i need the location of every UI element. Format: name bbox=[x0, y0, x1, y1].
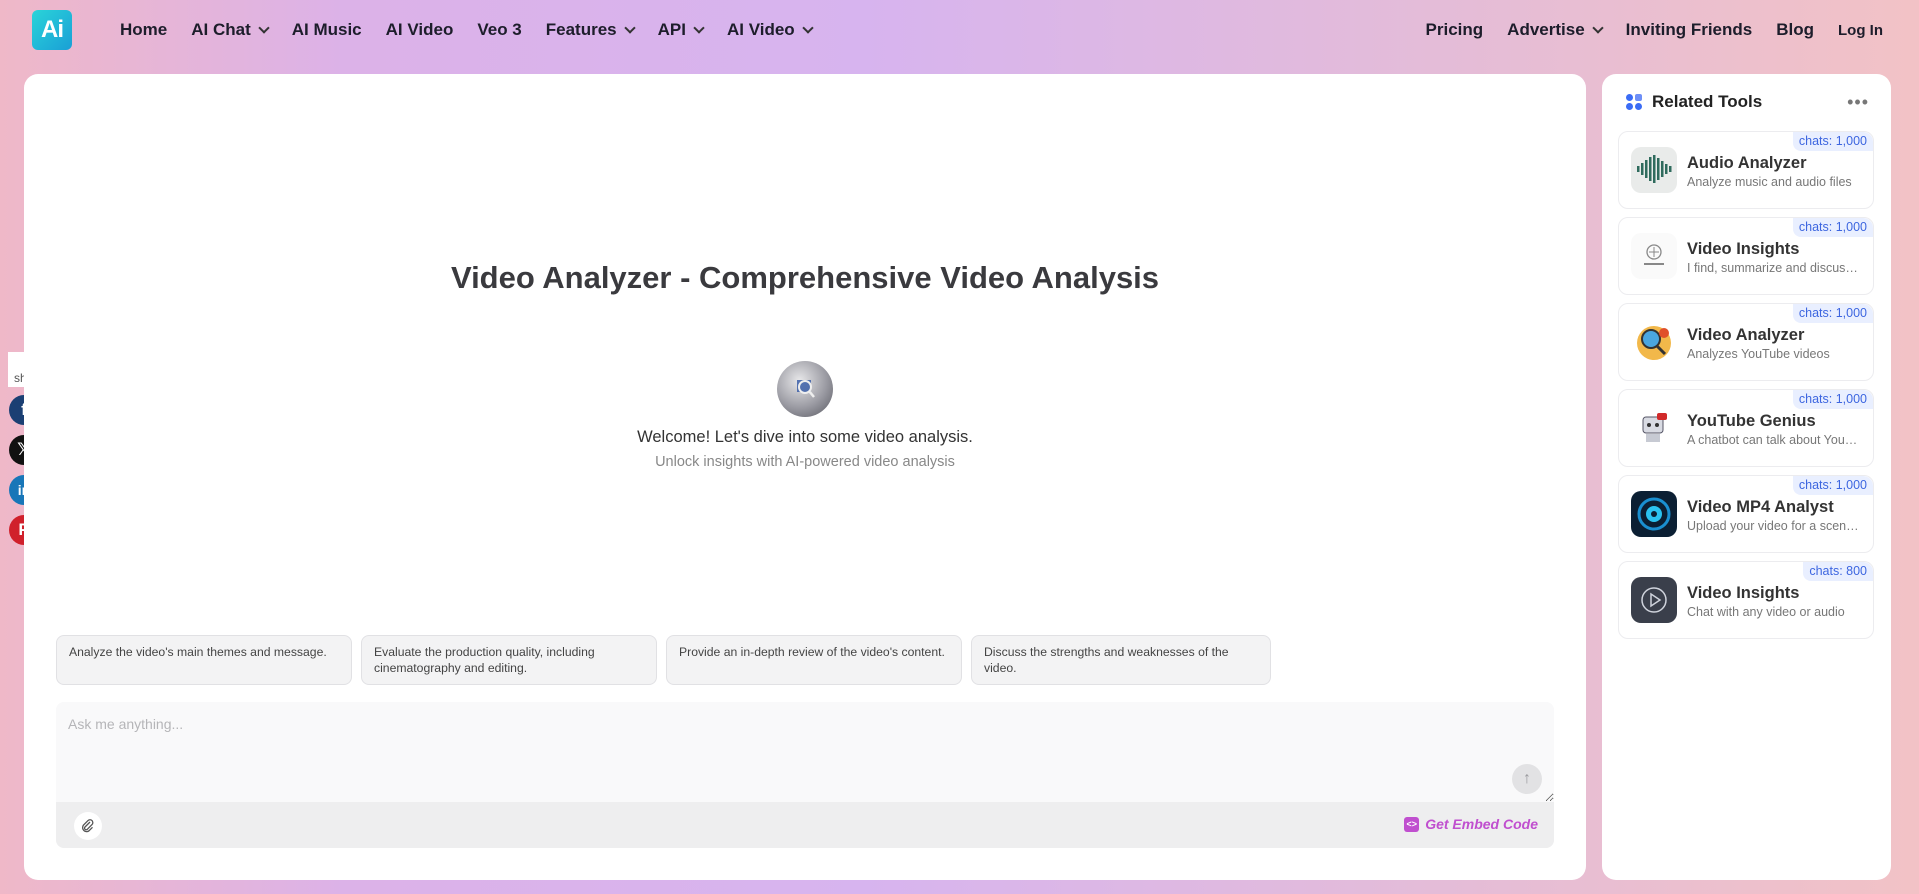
chevron-down-icon bbox=[802, 22, 814, 34]
page-title: Video Analyzer - Comprehensive Video Ana… bbox=[450, 260, 1160, 295]
tool-card-youtube-genius[interactable]: chats: 1,000 YouTube Genius A chatbot can … bbox=[1618, 389, 1874, 467]
mp4-lens-icon bbox=[1631, 491, 1677, 537]
tool-description: I find, summarize and discuss videos bbox=[1687, 261, 1861, 275]
welcome-message: Welcome! Let's dive into some video anal… bbox=[637, 428, 973, 446]
nav-label: Advertise bbox=[1507, 20, 1585, 39]
nav-ai-video[interactable]: AI Video bbox=[726, 20, 814, 40]
related-tools-list: chats: 1,000 Audio Analyzer Analyze music … bbox=[1618, 131, 1874, 647]
tool-name: YouTube Genius bbox=[1687, 412, 1816, 430]
magnifier-robot-icon bbox=[1631, 319, 1677, 365]
logo-text: Ai bbox=[41, 16, 64, 43]
nav-home[interactable]: Home bbox=[120, 20, 167, 40]
paperclip-icon bbox=[82, 819, 94, 833]
tool-name: Video Insights bbox=[1687, 584, 1800, 602]
nav-label: Log In bbox=[1838, 21, 1883, 39]
chevron-down-icon bbox=[1591, 22, 1604, 34]
magnifier-icon bbox=[797, 380, 815, 398]
nav-advertise[interactable]: Advertise bbox=[1507, 20, 1604, 40]
nav-label: Inviting Friends bbox=[1625, 20, 1753, 39]
nav-ai-chat[interactable]: AI Chat bbox=[191, 20, 270, 40]
nav-label: AI Video bbox=[726, 20, 795, 39]
chats-badge: chats: 800 bbox=[1803, 562, 1873, 581]
chats-badge: chats: 1,000 bbox=[1792, 304, 1873, 323]
tool-card-video-insights[interactable]: chats: 1,000 Video Insights I find, summar… bbox=[1618, 217, 1874, 295]
nav-blog[interactable]: Blog bbox=[1776, 20, 1814, 40]
tool-description: Upload your video for a scene analysis bbox=[1687, 519, 1861, 533]
nav-label: Pricing bbox=[1425, 20, 1484, 39]
site-logo[interactable]: Ai bbox=[32, 10, 72, 50]
embed-label: Get Embed Code bbox=[1425, 816, 1538, 832]
tool-description: Chat with any video or audio bbox=[1687, 605, 1845, 619]
suggestion-chip[interactable]: Evaluate the production quality, includi… bbox=[361, 635, 657, 685]
nav-left-menu: Home AI Chat AI Music AI Video Veo 3 Features… bbox=[120, 0, 836, 60]
nav-ai-video[interactable]: AI Video bbox=[386, 20, 454, 40]
chevron-down-icon bbox=[258, 22, 270, 34]
tool-name: Video Insights bbox=[1687, 240, 1800, 258]
tool-name: Video MP4 Analyst bbox=[1687, 498, 1834, 516]
youtube-robot-icon bbox=[1631, 405, 1677, 451]
chevron-down-icon bbox=[693, 22, 705, 34]
nav-label: AI Music bbox=[291, 20, 362, 39]
tool-card-video-analyzer[interactable]: chats: 1,000 Video Analyzer Analyzes YouTu… bbox=[1618, 303, 1874, 381]
chat-composer: ↑ <> Get Embed Code bbox=[56, 702, 1554, 848]
chats-badge: chats: 1,000 bbox=[1792, 218, 1873, 237]
tool-description: Analyzes YouTube videos bbox=[1687, 347, 1830, 361]
top-navbar: Ai Home AI Chat AI Music AI Video Veo 3 Featu… bbox=[0, 0, 1919, 60]
chats-badge: chats: 1,000 bbox=[1792, 476, 1873, 495]
nav-ai-music[interactable]: AI Music bbox=[292, 20, 362, 40]
nav-label: Blog bbox=[1776, 20, 1814, 39]
bot-avatar bbox=[777, 361, 833, 417]
nav-inviting-friends[interactable]: Inviting Friends bbox=[1626, 20, 1753, 40]
chats-badge: chats: 1,000 bbox=[1792, 390, 1873, 409]
play-circle-icon bbox=[1631, 577, 1677, 623]
send-button[interactable]: ↑ bbox=[1512, 764, 1542, 794]
nav-api[interactable]: API bbox=[657, 20, 705, 40]
nav-log-in[interactable]: Log In bbox=[1838, 22, 1883, 39]
suggestion-chip[interactable]: Analyze the video's main themes and mess… bbox=[56, 635, 352, 685]
nav-label: Veo 3 bbox=[477, 20, 522, 39]
related-tools-panel: Related Tools ••• chats: 1,000 Audio Anal… bbox=[1602, 74, 1891, 880]
nav-pricing[interactable]: Pricing bbox=[1426, 20, 1484, 40]
attach-button[interactable] bbox=[74, 812, 102, 840]
tool-card-audio-analyzer[interactable]: chats: 1,000 Audio Analyzer Analyze music … bbox=[1618, 131, 1874, 209]
code-icon: <> bbox=[1404, 816, 1420, 832]
more-options-icon[interactable]: ••• bbox=[1847, 92, 1869, 113]
video-insights-logo-icon bbox=[1631, 233, 1677, 279]
composer-footer: <> Get Embed Code bbox=[56, 802, 1554, 848]
nav-label: Home bbox=[120, 20, 168, 39]
nav-label: AI Chat bbox=[191, 20, 251, 39]
nav-label: AI Video bbox=[385, 20, 454, 39]
nav-label: Features bbox=[545, 20, 617, 39]
tool-card-video-insights[interactable]: chats: 800 Video Insights Chat with any vi… bbox=[1618, 561, 1874, 639]
chevron-down-icon bbox=[623, 22, 636, 34]
audio-waveform-icon bbox=[1631, 147, 1677, 193]
nav-label: API bbox=[657, 20, 686, 39]
suggestion-chip[interactable]: Discuss the strengths and weaknesses of … bbox=[971, 635, 1271, 685]
related-tools-header: Related Tools bbox=[1626, 92, 1762, 112]
suggestion-chip[interactable]: Provide an in-depth review of the video'… bbox=[666, 635, 962, 685]
welcome-subtitle: Unlock insights with AI-powered video an… bbox=[655, 454, 955, 470]
get-embed-code-button[interactable]: <> Get Embed Code bbox=[1404, 816, 1538, 832]
chats-badge: chats: 1,000 bbox=[1792, 132, 1873, 151]
tool-description: Analyze music and audio files bbox=[1687, 175, 1852, 189]
chat-panel: Video Analyzer - Comprehensive Video Ana… bbox=[24, 74, 1586, 880]
chat-input[interactable] bbox=[56, 702, 1554, 802]
tool-card-video-mp4-analyst[interactable]: chats: 1,000 Video MP4 Analyst Upload your… bbox=[1618, 475, 1874, 553]
tool-name: Video Analyzer bbox=[1687, 326, 1805, 344]
suggestion-list: Analyze the video's main themes and mess… bbox=[56, 635, 1271, 685]
nav-veo-3[interactable]: Veo 3 bbox=[477, 20, 521, 40]
apps-grid-icon bbox=[1626, 94, 1642, 110]
nav-right-menu: Pricing Advertise Inviting Friends Blog Log … bbox=[1402, 0, 1883, 60]
related-tools-title: Related Tools bbox=[1652, 92, 1763, 111]
nav-features[interactable]: Features bbox=[545, 20, 636, 40]
arrow-up-icon: ↑ bbox=[1523, 770, 1531, 787]
tool-name: Audio Analyzer bbox=[1687, 154, 1807, 172]
tool-description: A chatbot can talk about YouTube bbox=[1687, 433, 1861, 447]
